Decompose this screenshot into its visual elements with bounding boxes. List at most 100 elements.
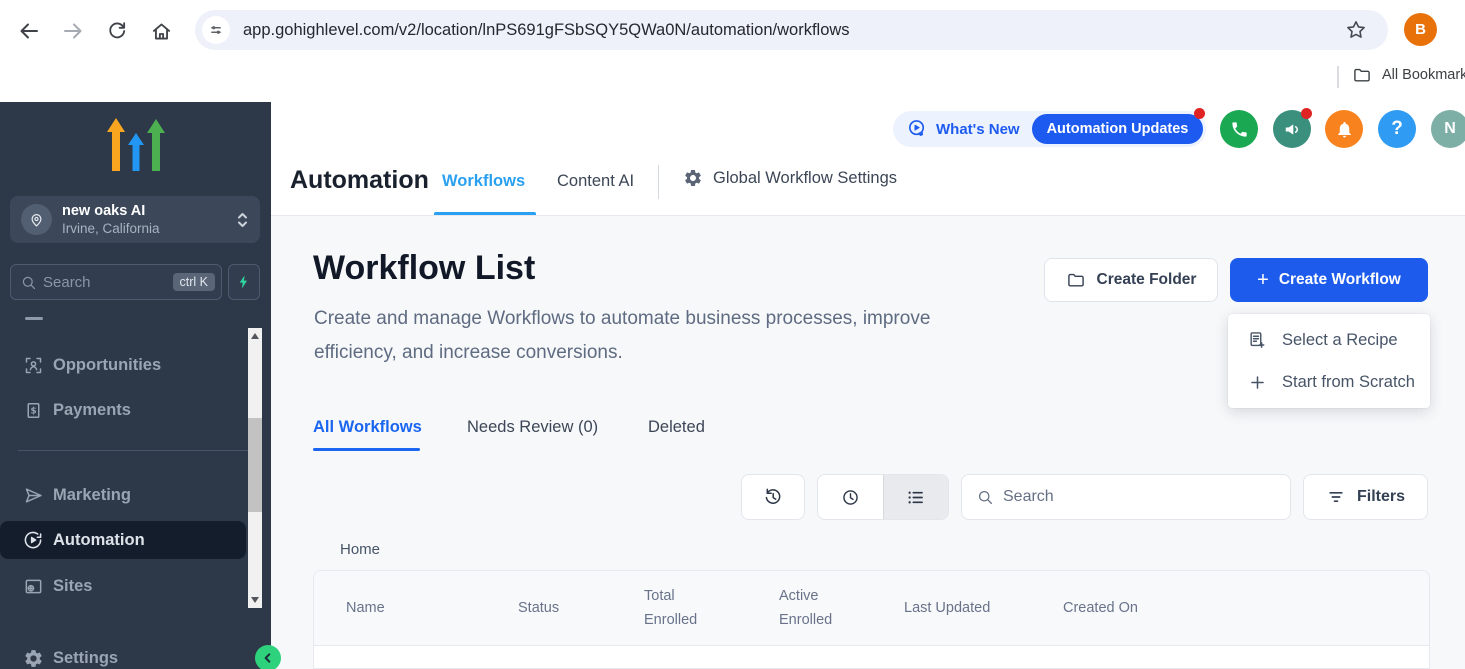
sidebar-search[interactable]: ctrl K bbox=[10, 264, 222, 300]
filter-icon bbox=[1326, 487, 1346, 507]
address-bar[interactable]: app.gohighlevel.com/v2/location/lnPS691g… bbox=[195, 10, 1388, 50]
list-view-button[interactable] bbox=[884, 475, 949, 519]
enrollment-history-button[interactable] bbox=[741, 474, 805, 520]
sidebar-item-settings[interactable]: Settings bbox=[0, 639, 246, 669]
gear-icon bbox=[683, 168, 703, 188]
header-divider bbox=[658, 165, 659, 199]
notification-dot bbox=[1194, 108, 1205, 119]
account-location: Irvine, California bbox=[62, 221, 160, 236]
workflow-search-input[interactable] bbox=[1003, 488, 1290, 506]
bookmarks-bar: All Bookmarks bbox=[0, 60, 1465, 95]
column-header-last-updated: Last Updated bbox=[904, 571, 990, 646]
tab-workflows[interactable]: Workflows bbox=[442, 172, 525, 191]
list-view-icon bbox=[905, 487, 926, 508]
home-icon[interactable] bbox=[146, 16, 176, 46]
recent-view-button[interactable] bbox=[818, 475, 883, 519]
site-settings-icon[interactable] bbox=[202, 16, 230, 44]
active-tab-underline bbox=[434, 212, 536, 215]
breadcrumb[interactable]: Home bbox=[340, 541, 380, 558]
workflow-list-subtitle-line2: efficiency, and increase conversions. bbox=[314, 342, 623, 364]
sites-icon bbox=[22, 575, 44, 597]
browser-toolbar: app.gohighlevel.com/v2/location/lnPS691g… bbox=[0, 0, 1465, 60]
sidebar-item-opportunities[interactable]: Opportunities bbox=[0, 346, 246, 384]
sidebar-collapse-button[interactable] bbox=[255, 645, 281, 669]
column-header-created-on: Created On bbox=[1063, 571, 1138, 646]
megaphone-icon bbox=[1283, 120, 1302, 139]
user-avatar[interactable]: N bbox=[1431, 110, 1465, 148]
announcements-button[interactable] bbox=[1273, 110, 1311, 148]
screen: app.gohighlevel.com/v2/location/lnPS691g… bbox=[0, 0, 1465, 669]
chevron-up-down-icon bbox=[235, 210, 250, 230]
notifications-button[interactable] bbox=[1325, 110, 1363, 148]
workflow-list-subtitle-line1: Create and manage Workflows to automate … bbox=[314, 308, 930, 330]
url-text[interactable]: app.gohighlevel.com/v2/location/lnPS691g… bbox=[243, 21, 850, 40]
content-area: Workflow List Create and manage Workflow… bbox=[271, 216, 1465, 669]
folder-icon bbox=[1352, 65, 1372, 85]
sidebar-item-payments[interactable]: $ Payments bbox=[0, 391, 246, 429]
scrollbar-thumb[interactable] bbox=[248, 418, 262, 512]
clock-icon bbox=[840, 487, 861, 508]
phone-icon bbox=[1230, 120, 1249, 139]
all-bookmarks-item[interactable]: All Bookmarks bbox=[1352, 65, 1465, 85]
sidebar: new oaks AI Irvine, California ctrl K Op… bbox=[0, 102, 271, 669]
active-tab-underline bbox=[313, 448, 420, 451]
lightning-bolt-icon bbox=[236, 273, 252, 291]
sidebar-item-marketing[interactable]: Marketing bbox=[0, 476, 246, 514]
menu-item-select-recipe[interactable]: Select a Recipe bbox=[1228, 319, 1430, 361]
filters-button[interactable]: Filters bbox=[1303, 474, 1428, 520]
whats-new-label: What's New bbox=[936, 121, 1020, 138]
forward-icon[interactable] bbox=[58, 16, 88, 46]
whats-new-button[interactable]: What's New Automation Updates bbox=[893, 111, 1206, 147]
automation-icon bbox=[22, 529, 44, 551]
tab-content-ai[interactable]: Content AI bbox=[557, 172, 634, 191]
folder-icon bbox=[1066, 270, 1086, 290]
help-button[interactable]: ? bbox=[1378, 110, 1416, 148]
sidebar-scrollbar[interactable] bbox=[248, 328, 262, 608]
back-icon[interactable] bbox=[14, 16, 44, 46]
sidebar-search-input[interactable] bbox=[43, 274, 173, 291]
workflow-search[interactable] bbox=[961, 474, 1291, 520]
browser-profile-avatar[interactable]: B bbox=[1404, 13, 1437, 46]
page-header: What's New Automation Updates ? N bbox=[271, 95, 1465, 216]
reload-icon[interactable] bbox=[102, 16, 132, 46]
search-icon bbox=[20, 274, 37, 291]
location-pin-icon bbox=[21, 204, 52, 235]
create-folder-button[interactable]: Create Folder bbox=[1044, 258, 1218, 302]
tab-all-workflows[interactable]: All Workflows bbox=[313, 418, 422, 437]
keyboard-shortcut-badge: ctrl K bbox=[173, 273, 215, 291]
main-area: What's New Automation Updates ? N bbox=[271, 95, 1465, 669]
bookmark-star-icon[interactable] bbox=[1344, 18, 1368, 42]
tab-deleted[interactable]: Deleted bbox=[648, 418, 705, 437]
sidebar-item-automation[interactable]: Automation bbox=[0, 521, 246, 559]
scrolled-item-partial bbox=[25, 317, 43, 320]
scrollbar-up-arrow[interactable] bbox=[248, 328, 262, 344]
chevron-left-icon bbox=[260, 650, 276, 666]
global-workflow-settings-link[interactable]: Global Workflow Settings bbox=[683, 168, 897, 188]
sidebar-divider bbox=[18, 450, 252, 451]
opportunities-icon bbox=[22, 354, 44, 376]
plus-icon bbox=[1246, 371, 1268, 393]
menu-item-start-from-scratch[interactable]: Start from Scratch bbox=[1228, 361, 1430, 403]
workflow-list-title: Workflow List bbox=[313, 249, 535, 288]
quick-actions-button[interactable] bbox=[228, 264, 260, 300]
all-bookmarks-label: All Bookmarks bbox=[1382, 67, 1465, 83]
scrollbar-down-arrow[interactable] bbox=[248, 592, 262, 608]
create-workflow-dropdown: Select a Recipe Start from Scratch bbox=[1228, 314, 1430, 408]
sidebar-item-sites[interactable]: Sites bbox=[0, 567, 246, 605]
table-header: Name Status Total Enrolled Active Enroll… bbox=[314, 571, 1429, 646]
column-header-status: Status bbox=[518, 571, 559, 646]
notification-dot bbox=[1301, 108, 1312, 119]
column-header-total-enrolled: Total Enrolled bbox=[644, 571, 714, 646]
payments-icon: $ bbox=[22, 399, 44, 421]
svg-text:$: $ bbox=[30, 406, 36, 416]
settings-icon bbox=[22, 647, 44, 669]
history-icon bbox=[762, 486, 784, 508]
column-header-name: Name bbox=[346, 571, 385, 646]
bell-icon bbox=[1335, 120, 1354, 139]
automation-updates-badge[interactable]: Automation Updates bbox=[1032, 114, 1204, 144]
phone-button[interactable] bbox=[1220, 110, 1258, 148]
view-toggle bbox=[817, 474, 949, 520]
tab-needs-review[interactable]: Needs Review (0) bbox=[467, 418, 598, 437]
account-switcher[interactable]: new oaks AI Irvine, California bbox=[10, 196, 260, 243]
create-workflow-button[interactable]: + Create Workflow bbox=[1230, 258, 1428, 302]
